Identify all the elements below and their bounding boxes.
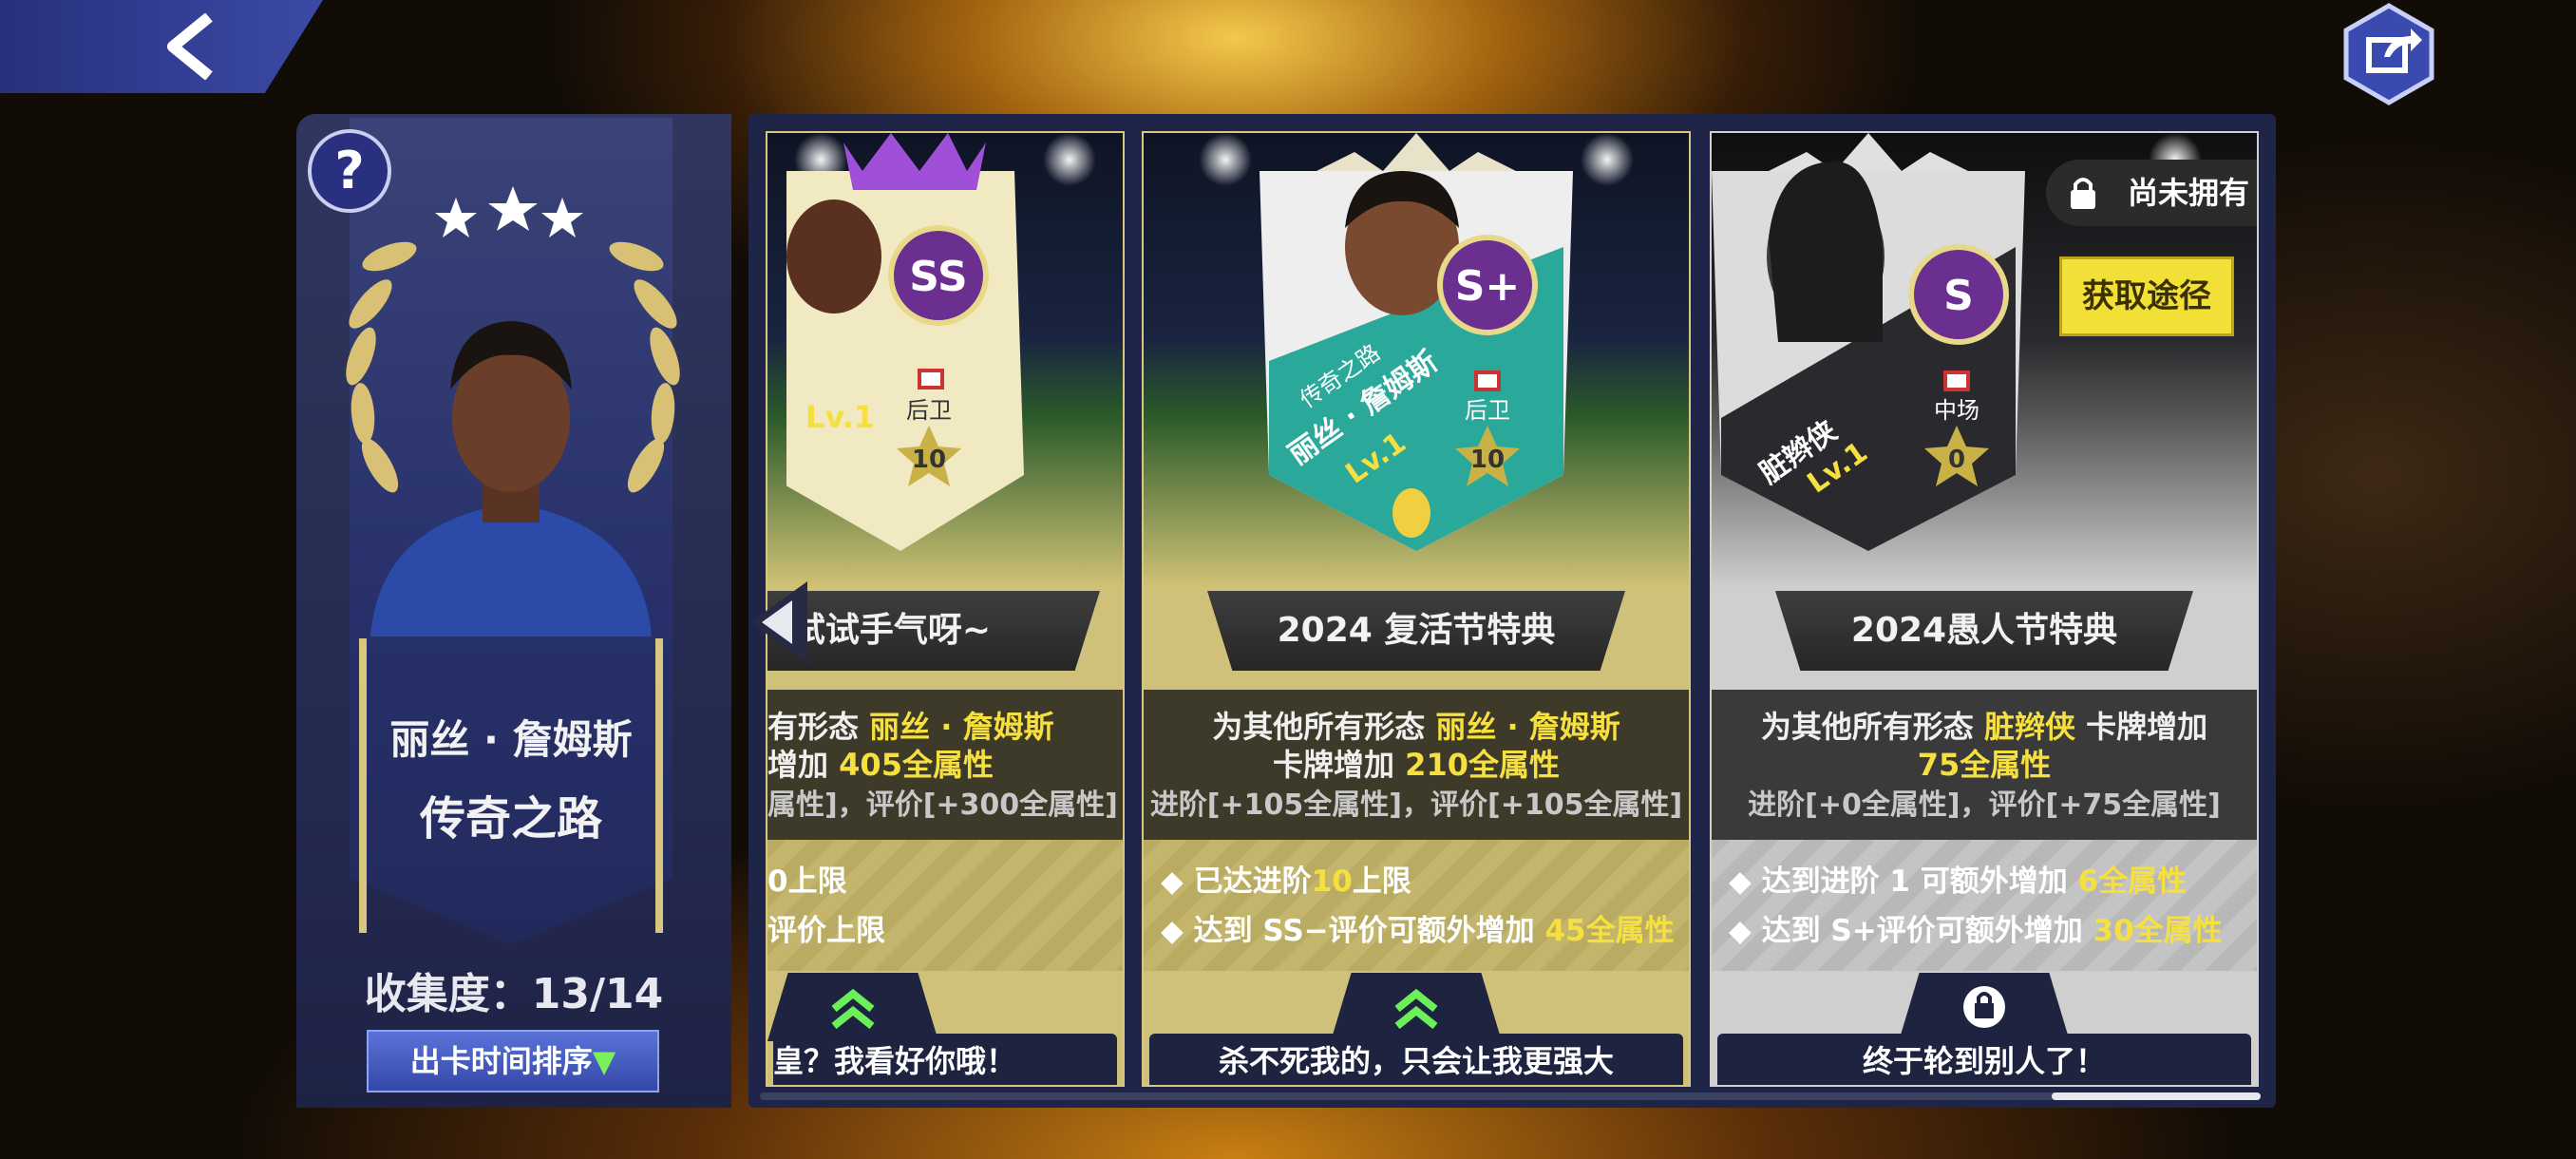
player-portrait <box>370 321 652 636</box>
help-button[interactable]: ? <box>308 129 391 213</box>
chevron-left-icon <box>167 13 213 80</box>
double-chevron-up-icon <box>831 988 875 1030</box>
bullet-2: ◆ 达到 SS−评价可额外增加 45全属性 <box>1161 914 1675 948</box>
share-export-icon <box>2343 3 2434 105</box>
status-tab <box>1331 973 1502 1041</box>
rating-value: 0 <box>1948 446 1965 474</box>
card-quote: 皇？我看好你哦！ <box>773 1034 1117 1085</box>
triangle-down-icon: ▼ <box>592 1043 616 1079</box>
position-label: 后卫 <box>906 397 952 424</box>
level-label: Lv.1 <box>805 399 875 435</box>
card-form-1[interactable]: SS 后卫 10 Lv.1 试试手气呀~ 有形态 丽丝 · 詹姆斯 增加 405… <box>766 131 1125 1087</box>
back-button[interactable] <box>0 0 323 93</box>
collection-progress: 收集度：13/14 <box>364 970 664 1018</box>
prev-card-arrow-icon[interactable] <box>750 581 807 663</box>
card-ribbon: 试试手气呀~ <box>767 591 1100 671</box>
lock-icon <box>2071 178 2095 209</box>
desc-line-3: 进阶[+0全属性]，评价[+75全属性] <box>1748 788 2221 822</box>
collection-title: 传奇之路 <box>419 792 602 846</box>
carousel-scrollbar[interactable] <box>760 1092 2261 1100</box>
bullet-1: 0上限 <box>767 864 847 899</box>
player-card-art: S+ 后卫 10 传奇之路 丽丝 · 詹姆斯 Lv.1 <box>1260 133 1573 551</box>
bullet-1: ◆ 已达进阶10上限 <box>1161 864 1411 899</box>
position-label: 中场 <box>1934 397 1979 424</box>
share-button[interactable] <box>2342 2 2435 106</box>
desc-line-3: 属性]，评价[+300全属性] <box>767 788 1118 822</box>
sort-by-release-button[interactable]: 出卡时间排序▼ <box>367 1030 659 1092</box>
rank-badge: S+ <box>1455 262 1521 311</box>
player-name: 丽丝 · 詹姆斯 <box>389 716 633 763</box>
bullet-2: 评价上限 <box>767 914 885 948</box>
acquire-route-button[interactable]: 获取途径 <box>2059 256 2234 336</box>
position-label: 后卫 <box>1465 397 1510 424</box>
bullet-1: ◆ 达到进阶 1 可额外增加 6全属性 <box>1729 864 2188 899</box>
card-ribbon: 2024 复活节特典 <box>1207 591 1625 671</box>
card-quote: 终于轮到别人了！ <box>1717 1034 2251 1085</box>
player-card-art: SS 后卫 10 Lv.1 <box>786 133 1024 551</box>
sort-button-label: 出卡时间排序 <box>409 1043 593 1079</box>
scrollbar-thumb[interactable] <box>2052 1092 2261 1100</box>
rating-value: 10 <box>912 446 946 474</box>
card-quote: 杀不死我的，只会让我更强大 <box>1149 1034 1683 1085</box>
not-owned-badge: 尚未拥有 <box>2046 160 2257 226</box>
card-form-2[interactable]: S+ 后卫 10 传奇之路 丽丝 · 詹姆斯 Lv.1 2024 复活节特典 为… <box>1142 131 1691 1087</box>
rank-badge: SS <box>909 253 967 301</box>
desc-line-3: 进阶[+105全属性]，评价[+105全属性] <box>1149 788 1683 822</box>
desc-line-2: 卡牌增加 210全属性 <box>1273 747 1560 783</box>
status-tab <box>1899 973 2070 1041</box>
bullet-2: ◆ 达到 S+评价可额外增加 30全属性 <box>1729 914 2223 948</box>
card-ribbon: 2024愚人节特典 <box>1775 591 2193 671</box>
desc-line-2: 增加 405全属性 <box>767 747 994 783</box>
player-card-art: S 中场 0 脏辫侠 Lv.1 <box>1712 133 2025 551</box>
status-tab <box>767 973 938 1041</box>
double-chevron-up-icon <box>1394 988 1438 1030</box>
rank-badge: S <box>1943 272 1974 320</box>
lock-icon <box>1963 986 2005 1028</box>
rating-value: 10 <box>1470 446 1505 474</box>
desc-line-2: 75全属性 <box>1917 747 2052 783</box>
